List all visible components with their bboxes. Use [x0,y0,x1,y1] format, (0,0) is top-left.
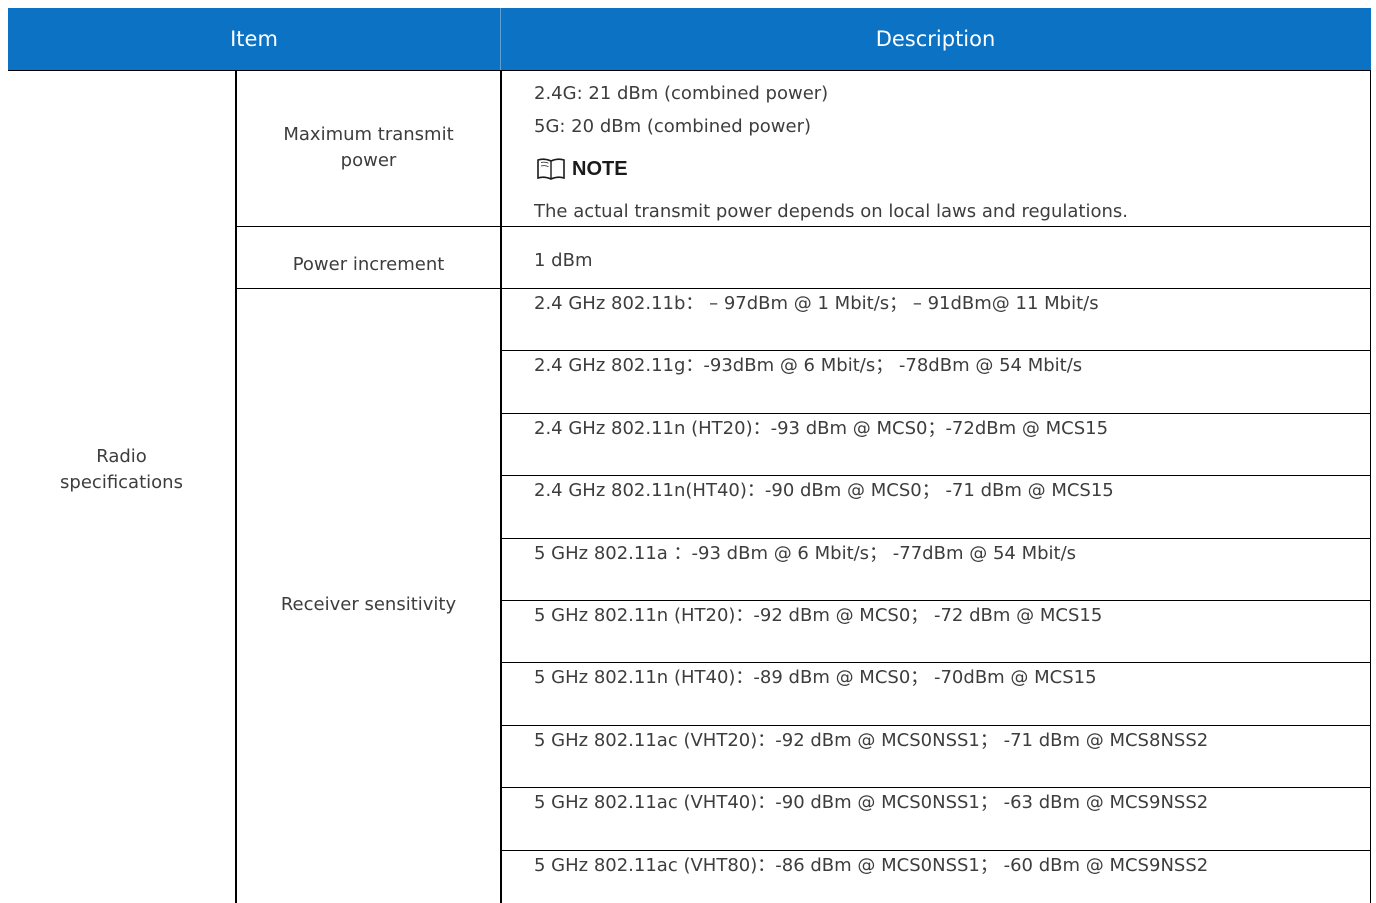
sensitivity-line: 5 GHz 802.11ac (VHT40)：-90 dBm @ MCS0NSS… [534,792,1209,814]
sensitivity-line: 2.4 GHz 802.11b： – 97dBm @ 1 Mbit/s； – 9… [534,293,1099,314]
header-description: Description [875,27,996,51]
table-top-border [8,70,1371,71]
note-heading: NOTE [536,154,628,184]
sensitivity-row-divider [502,538,1370,539]
max-power-label: Maximum transmit power [283,124,454,171]
sensitivity-row-divider [502,350,1370,351]
increment-value: 1 dBm [534,250,593,271]
sensitivity-line: 2.4 GHz 802.11g：-93dBm @ 6 Mbit/s； -78dB… [534,355,1083,377]
sensitivity-row-divider [502,850,1370,851]
note-text: The actual transmit power depends on loc… [534,201,1128,222]
category-label: Radio specifications [60,446,183,493]
column-divider-1 [235,71,237,903]
row-divider-1 [236,226,1371,227]
sensitivity-line: 2.4 GHz 802.11n(HT40)：-90 dBm @ MCS0； -7… [534,480,1114,502]
sensitivity-line: 5 GHz 802.11a ：-93 dBm @ 6 Mbit/s； -77dB… [534,542,1077,564]
sensitivity-row-divider [502,725,1370,726]
increment-label: Power increment [292,254,445,275]
sensitivity-row-divider [502,475,1370,476]
sensitivity-row-divider [502,787,1370,788]
sensitivity-line: 5 GHz 802.11n (HT40)：-89 dBm @ MCS0； -70… [534,667,1097,689]
sensitivity-line: 5 GHz 802.11n (HT20)：-92 dBm @ MCS0； -72… [534,605,1103,626]
sensitivity-row-divider [502,600,1370,601]
sensitivity-line: 2.4 GHz 802.11n (HT20)：-93 dBm @ MCS0；-7… [534,417,1109,439]
sensitivity-line: 5 GHz 802.11ac (VHT20)：-92 dBm @ MCS0NSS… [534,729,1209,751]
sensitivity-row-divider [502,662,1370,663]
max-power-line: 2.4G: 21 dBm (combined power) [534,83,829,104]
open-book-icon [537,158,565,180]
header-item: Item [230,27,278,51]
row-divider-2 [236,288,1371,289]
table-header: Item Description [8,8,1371,70]
column-divider-2 [500,71,502,903]
sensitivity-label: Receiver sensitivity [280,594,457,615]
note-title: NOTE [572,157,628,180]
max-power-line: 5G: 20 dBm (combined power) [534,116,812,137]
sensitivity-line: 5 GHz 802.11ac (VHT80)：-86 dBm @ MCS0NSS… [534,854,1209,876]
sensitivity-row-divider [502,413,1370,414]
table-right-border [1370,71,1371,903]
